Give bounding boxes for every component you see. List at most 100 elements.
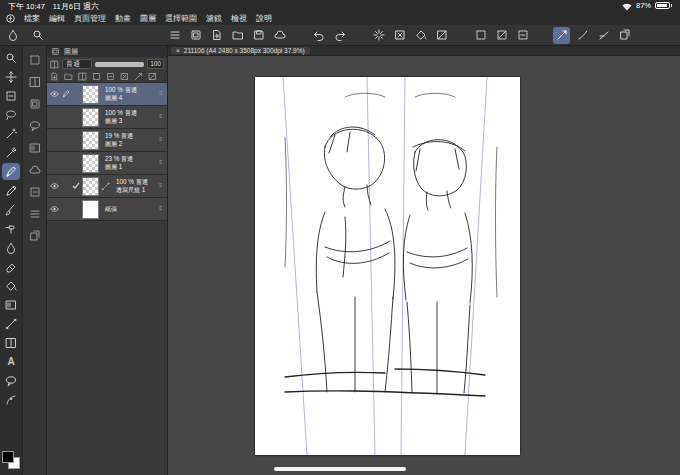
layer-row[interactable]: 100 % 普通透寫尺規 1≡ bbox=[47, 175, 167, 198]
layer-row[interactable]: 19 % 普通圖層 2≡ bbox=[47, 129, 167, 152]
brush-tool-icon[interactable] bbox=[2, 201, 20, 218]
new-doc-icon[interactable] bbox=[208, 27, 225, 44]
visibility-toggle[interactable] bbox=[49, 112, 59, 122]
transform-icon[interactable] bbox=[514, 27, 531, 44]
redo-icon[interactable] bbox=[331, 27, 348, 44]
menu-item[interactable]: 濾鏡 bbox=[206, 14, 222, 23]
canvas-artwork[interactable] bbox=[255, 77, 520, 455]
menu-icon[interactable] bbox=[27, 206, 43, 222]
close-tab-button[interactable]: × bbox=[176, 47, 180, 55]
clear-icon[interactable] bbox=[120, 72, 129, 81]
pen-tool-icon[interactable] bbox=[2, 163, 20, 180]
drag-handle-icon[interactable]: ≡ bbox=[159, 182, 165, 189]
zoom-tool-icon[interactable] bbox=[2, 49, 20, 66]
menu-item[interactable]: 檢視 bbox=[231, 14, 247, 23]
blend-tool-icon[interactable] bbox=[2, 239, 20, 256]
cloud-icon[interactable] bbox=[271, 27, 288, 44]
menu-icon[interactable] bbox=[166, 27, 183, 44]
panel-title[interactable]: 圖層 bbox=[64, 48, 78, 56]
invert-icon[interactable] bbox=[433, 27, 450, 44]
visibility-toggle[interactable] bbox=[49, 181, 59, 191]
layer-mode-icon[interactable] bbox=[27, 96, 43, 112]
layer-mode-icon[interactable] bbox=[187, 27, 204, 44]
visibility-toggle[interactable] bbox=[49, 204, 59, 214]
edit-target[interactable] bbox=[61, 159, 70, 168]
menu-item[interactable]: 圖層 bbox=[140, 14, 156, 23]
edit-target[interactable] bbox=[61, 113, 70, 122]
balloon-tool-icon[interactable] bbox=[2, 372, 20, 389]
clear-icon[interactable] bbox=[391, 27, 408, 44]
layer-row[interactable]: 100 % 普通圖層 4≡ bbox=[47, 83, 167, 106]
main-color-swatch[interactable] bbox=[2, 451, 14, 463]
frame-icon[interactable] bbox=[78, 72, 87, 81]
drag-handle-icon[interactable]: ≡ bbox=[159, 159, 165, 166]
eraser-tool-icon[interactable] bbox=[2, 258, 20, 275]
opacity-slider[interactable] bbox=[95, 62, 144, 67]
select-icon[interactable] bbox=[92, 72, 101, 81]
cloud-icon[interactable] bbox=[27, 162, 43, 178]
layer-row[interactable]: 23 % 普通圖層 1≡ bbox=[47, 152, 167, 175]
layer-name[interactable]: 圖層 4 bbox=[105, 94, 157, 102]
edit-target[interactable] bbox=[61, 205, 70, 214]
document-tab[interactable]: ×211106 (A4 2480 x 3508px 300dpi 37.9%) bbox=[171, 47, 310, 55]
new-doc-icon[interactable] bbox=[50, 72, 59, 81]
invert-icon[interactable] bbox=[148, 72, 157, 81]
eyedropper-tool-icon[interactable] bbox=[2, 144, 20, 161]
lasso-tool-icon[interactable] bbox=[2, 106, 20, 123]
correct-tool-icon[interactable] bbox=[2, 391, 20, 408]
menu-item[interactable]: 頁面管理 bbox=[74, 14, 106, 23]
menu-item[interactable]: 檔案 bbox=[24, 14, 40, 23]
opacity-value[interactable]: 100 bbox=[147, 59, 164, 69]
select-off-icon[interactable] bbox=[493, 27, 510, 44]
home-indicator[interactable] bbox=[274, 467, 406, 471]
brush-size-icon[interactable] bbox=[4, 27, 21, 44]
drag-handle-icon[interactable]: ≡ bbox=[159, 136, 165, 143]
menu-item[interactable]: 動畫 bbox=[115, 14, 131, 23]
select-icon[interactable] bbox=[472, 27, 489, 44]
blend-mode-select[interactable]: 普通 bbox=[62, 59, 92, 69]
app-logo-icon[interactable] bbox=[6, 14, 15, 24]
edit-target[interactable] bbox=[61, 182, 70, 191]
airbrush-tool-icon[interactable] bbox=[2, 220, 20, 237]
undo-icon[interactable] bbox=[310, 27, 327, 44]
visibility-toggle[interactable] bbox=[49, 135, 59, 145]
layer-name[interactable]: 紙張 bbox=[105, 205, 157, 213]
stroke3-icon[interactable] bbox=[595, 27, 612, 44]
lock-icon[interactable] bbox=[50, 60, 59, 69]
select-icon[interactable] bbox=[27, 52, 43, 68]
text-tool-icon[interactable]: A bbox=[2, 353, 20, 370]
layer-row[interactable]: 紙張≡ bbox=[47, 198, 167, 221]
sparkle-icon[interactable] bbox=[370, 27, 387, 44]
layer-name[interactable]: 圖層 3 bbox=[105, 117, 157, 125]
drag-handle-icon[interactable]: ≡ bbox=[159, 205, 165, 212]
stroke2-icon[interactable] bbox=[574, 27, 591, 44]
visibility-toggle[interactable] bbox=[49, 89, 59, 99]
balloon-icon[interactable] bbox=[27, 118, 43, 134]
edit-target[interactable] bbox=[61, 90, 70, 99]
fill-icon[interactable] bbox=[412, 27, 429, 44]
visibility-toggle[interactable] bbox=[49, 158, 59, 168]
transform-icon[interactable] bbox=[27, 184, 43, 200]
gradient-tool-icon[interactable] bbox=[2, 296, 20, 313]
drag-handle-icon[interactable]: ≡ bbox=[159, 90, 165, 97]
share-icon[interactable] bbox=[27, 228, 43, 244]
frame-icon[interactable] bbox=[27, 74, 43, 90]
frame-tool-icon[interactable] bbox=[2, 334, 20, 351]
fill-tool-icon[interactable] bbox=[2, 277, 20, 294]
layer-name[interactable]: 圖層 1 bbox=[105, 163, 157, 171]
share-icon[interactable] bbox=[616, 27, 633, 44]
transform-icon[interactable] bbox=[106, 72, 115, 81]
save-icon[interactable] bbox=[250, 27, 267, 44]
transform-tool-icon[interactable] bbox=[2, 87, 20, 104]
menu-item[interactable]: 編輯 bbox=[49, 14, 65, 23]
menu-item[interactable]: 選擇範圍 bbox=[165, 14, 197, 23]
move-tool-icon[interactable] bbox=[2, 68, 20, 85]
layer-name[interactable]: 透寫尺規 1 bbox=[116, 186, 157, 194]
gradient-icon[interactable] bbox=[27, 140, 43, 156]
wand-tool-icon[interactable] bbox=[2, 125, 20, 142]
layer-name[interactable]: 圖層 2 bbox=[105, 140, 157, 148]
figure-tool-icon[interactable] bbox=[2, 315, 20, 332]
drag-handle-icon[interactable]: ≡ bbox=[159, 113, 165, 120]
stroke-icon[interactable] bbox=[553, 27, 570, 44]
edit-target[interactable] bbox=[61, 136, 70, 145]
